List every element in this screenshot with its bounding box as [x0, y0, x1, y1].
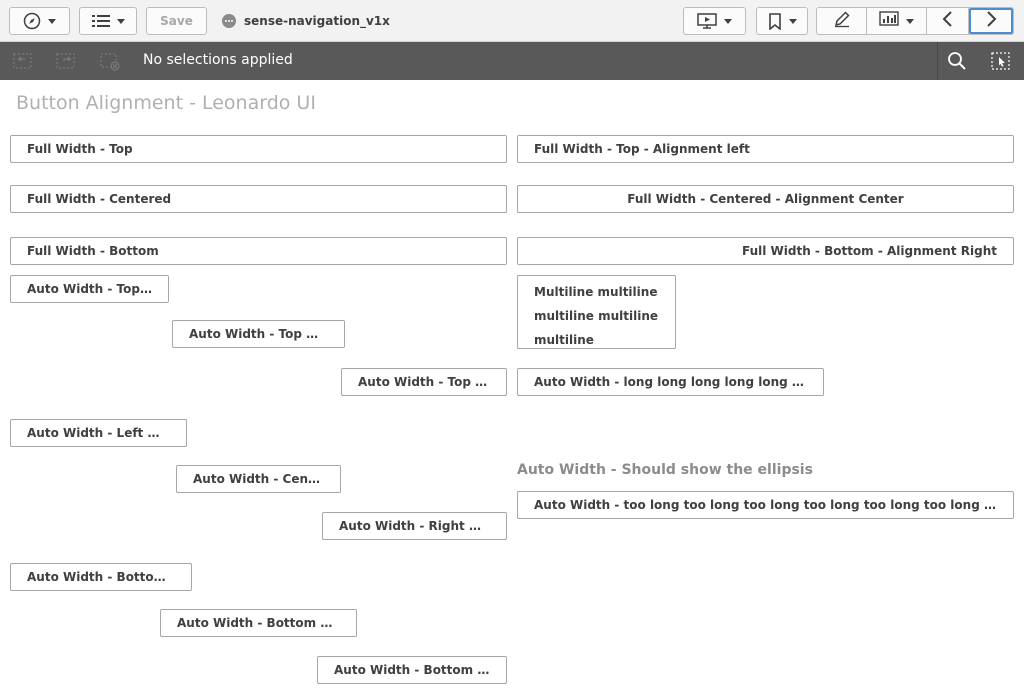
- clear-all-icon[interactable]: [99, 51, 121, 71]
- next-sheet-button[interactable]: [969, 8, 1013, 34]
- navigation-menu-button[interactable]: [9, 7, 70, 35]
- auto-width-bottom-middle-button[interactable]: Auto Width - Bottom Middle: [160, 609, 357, 637]
- app-icon: [222, 14, 236, 28]
- button-label: Auto Width - Bottom Left: [27, 570, 175, 584]
- auto-width-too-long-button[interactable]: Auto Width - too long too long too long …: [517, 491, 1014, 519]
- compass-icon: [23, 12, 41, 30]
- presentation-icon: [697, 13, 717, 29]
- selections-bar: No selections applied: [0, 42, 1024, 80]
- button-label: Multiline multiline multiline multiline …: [534, 285, 659, 347]
- button-label: Auto Width - Bottom Middle: [177, 616, 340, 630]
- search-icon[interactable]: [946, 51, 968, 71]
- button-label: Full Width - Bottom: [27, 244, 159, 258]
- auto-width-centered-button[interactable]: Auto Width - Centered: [176, 465, 341, 493]
- auto-width-top-left-button[interactable]: Auto Width - Top Left: [10, 275, 169, 303]
- previous-sheet-button[interactable]: [927, 8, 969, 34]
- save-button[interactable]: Save: [146, 7, 207, 35]
- button-label: Full Width - Centered - Alignment Center: [627, 192, 904, 206]
- auto-width-bottom-right-button[interactable]: Auto Width - Bottom Right: [317, 656, 507, 684]
- page-title: Button Alignment - Leonardo UI: [16, 92, 316, 114]
- step-forward-icon[interactable]: [55, 51, 77, 71]
- app-title: sense-navigation_v1x: [222, 12, 390, 30]
- ellipsis-section-label: Auto Width - Should show the ellipsis: [517, 462, 813, 478]
- chart-icon: [879, 11, 899, 31]
- edit-button[interactable]: [817, 8, 867, 34]
- button-label: Full Width - Bottom - Alignment Right: [741, 244, 997, 258]
- button-label: Auto Width - Top Middle: [189, 327, 328, 341]
- button-label: Full Width - Top: [27, 142, 133, 156]
- bookmark-menu-button[interactable]: [756, 7, 808, 35]
- app-name: sense-navigation_v1x: [244, 14, 390, 28]
- sheets-menu-button[interactable]: [79, 7, 137, 35]
- button-label: Auto Width - Centered: [193, 472, 324, 486]
- chevron-right-icon: [985, 11, 997, 31]
- button-label: Auto Width - Top Right: [358, 375, 490, 389]
- button-label: Auto Width - Bottom Right: [334, 663, 490, 677]
- full-width-top-left-button[interactable]: Full Width - Top - Alignment left: [517, 135, 1014, 163]
- selection-tool-icon[interactable]: [990, 51, 1012, 71]
- pencil-icon: [833, 10, 851, 32]
- button-label: Auto Width - Left Middle: [27, 426, 170, 440]
- full-width-bottom-right-button[interactable]: Full Width - Bottom - Alignment Right: [517, 237, 1014, 265]
- caret-down-icon: [116, 18, 125, 24]
- auto-width-top-middle-button[interactable]: Auto Width - Top Middle: [172, 320, 345, 348]
- story-menu-button[interactable]: [683, 7, 746, 35]
- step-back-icon[interactable]: [12, 51, 34, 71]
- list-icon: [91, 14, 110, 28]
- bookmark-icon: [768, 12, 782, 30]
- auto-width-long-button[interactable]: Auto Width - long long long long long lo…: [517, 368, 824, 396]
- full-width-top-button[interactable]: Full Width - Top: [10, 135, 507, 163]
- caret-down-icon: [724, 18, 732, 24]
- full-width-centered-button[interactable]: Full Width - Centered: [10, 185, 507, 213]
- assets-menu-button[interactable]: [867, 8, 927, 34]
- edit-navigation-group: [816, 7, 1014, 35]
- auto-width-bottom-left-button[interactable]: Auto Width - Bottom Left: [10, 563, 192, 591]
- app-toolbar: Save sense-navigation_v1x: [0, 0, 1024, 42]
- button-label: Auto Width - Right Middle: [339, 519, 490, 533]
- button-label: Auto Width - Top Left: [27, 282, 152, 296]
- selections-status: No selections applied: [143, 52, 293, 68]
- chevron-left-icon: [942, 11, 954, 31]
- multiline-button[interactable]: Multiline multiline multiline multiline …: [517, 275, 676, 349]
- caret-down-icon: [906, 18, 914, 24]
- divider: [937, 42, 938, 80]
- auto-width-right-middle-button[interactable]: Auto Width - Right Middle: [322, 512, 507, 540]
- button-label: Auto Width - too long too long too long …: [534, 498, 997, 512]
- button-label: Full Width - Centered: [27, 192, 172, 206]
- full-width-centered-center-button[interactable]: Full Width - Centered - Alignment Center: [517, 185, 1014, 213]
- caret-down-icon: [48, 18, 56, 24]
- button-label: Auto Width - long long long long long lo…: [534, 375, 807, 389]
- auto-width-left-middle-button[interactable]: Auto Width - Left Middle: [10, 419, 187, 447]
- button-label: Full Width - Top - Alignment left: [534, 142, 750, 156]
- auto-width-top-right-button[interactable]: Auto Width - Top Right: [341, 368, 507, 396]
- caret-down-icon: [788, 18, 797, 24]
- full-width-bottom-button[interactable]: Full Width - Bottom: [10, 237, 507, 265]
